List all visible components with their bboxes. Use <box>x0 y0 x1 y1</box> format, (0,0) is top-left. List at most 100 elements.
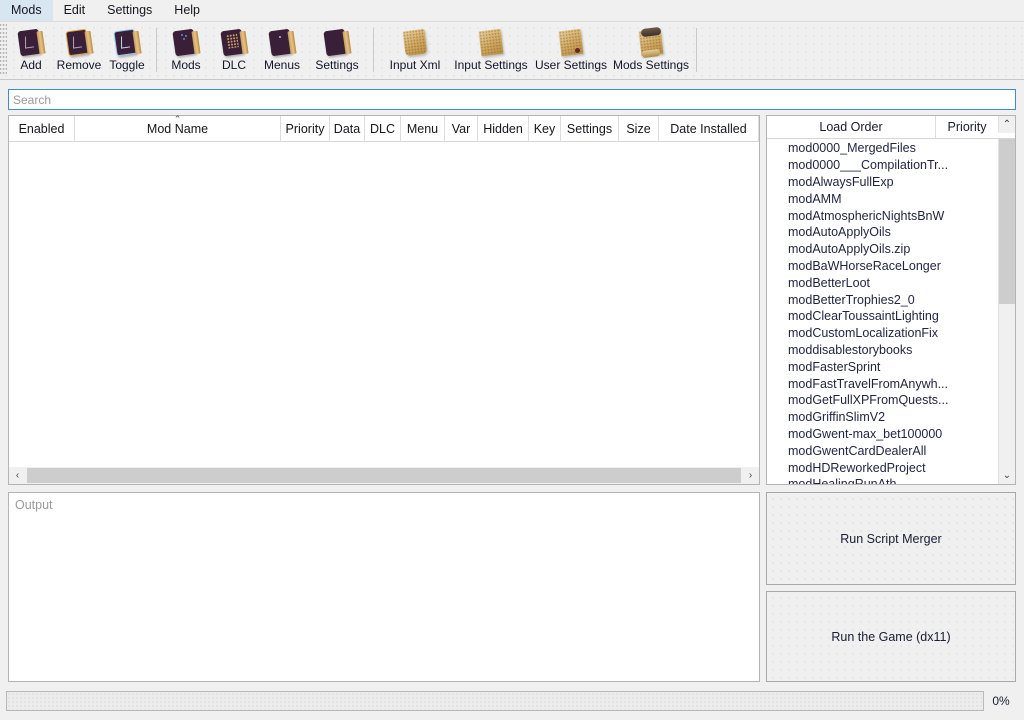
scroll-input-xml-icon <box>400 28 430 57</box>
load-order-vertical-scrollbar[interactable]: ⌄ <box>998 139 1015 484</box>
load-order-row[interactable]: modHDReworkedProject <box>767 460 998 477</box>
scroll-mods-settings-icon <box>636 26 666 59</box>
toolbar-button-mods[interactable]: Mods <box>162 24 210 78</box>
search-input[interactable] <box>8 89 1016 110</box>
book-remove-icon <box>64 28 94 57</box>
mod-list-column-header[interactable]: Date Installed <box>659 116 759 142</box>
mod-list-column-label: Menu <box>406 122 439 136</box>
menu-bar: Mods Edit Settings Help <box>0 0 1024 21</box>
menu-item-help[interactable]: Help <box>163 0 211 21</box>
load-order-list[interactable]: mod0000_MergedFiles mod0000___Compilation… <box>767 139 998 484</box>
book-toggle-icon <box>112 28 142 57</box>
mod-list-body[interactable] <box>9 142 759 483</box>
load-order-scroll-down-arrow-icon[interactable]: ⌄ <box>999 467 1015 484</box>
mod-list-column-header[interactable]: Var <box>445 116 478 142</box>
progress-percent-label: 0% <box>992 694 1010 708</box>
toolbar-button-input-settings[interactable]: Input Settings <box>451 24 531 78</box>
vertical-scroll-thumb[interactable] <box>999 139 1015 305</box>
output-textarea[interactable]: Output <box>8 492 760 682</box>
mod-list-column-header[interactable]: DLC <box>365 116 401 142</box>
load-order-scroll-up-arrow-icon[interactable]: ⌃ <box>998 116 1015 133</box>
toolbar-label-mods: Mods <box>171 58 201 72</box>
load-order-row[interactable]: modFasterSprint <box>767 359 998 376</box>
load-order-row[interactable]: modBaWHorseRaceLonger <box>767 258 998 275</box>
mod-list-column-label: Priority <box>285 122 325 136</box>
mod-list-column-label: Hidden <box>483 122 523 136</box>
load-order-column-priority[interactable]: Priority <box>936 116 998 138</box>
mod-list-column-label: Mod Name <box>146 122 209 136</box>
toolbar-button-mods-settings[interactable]: Mods Settings <box>611 24 691 78</box>
mod-list-panel: Enabled ⌃ Mod Name Priority Data DLC Menu Var Hi… <box>8 115 760 485</box>
toolbar-label-dlc: DLC <box>221 58 246 72</box>
book-settings-icon <box>322 28 352 57</box>
scroll-left-arrow-icon[interactable]: ‹ <box>9 467 26 484</box>
progress-bar <box>6 691 984 711</box>
load-order-panel: Load Order Priority ⌃ mod0000_MergedFile… <box>766 115 1016 485</box>
mod-list-column-header[interactable]: Size <box>619 116 659 142</box>
toolbar-label-input-settings: Input Settings <box>454 58 528 72</box>
load-order-row[interactable]: modFastTravelFromAnywh... <box>767 376 998 393</box>
toolbar-button-toggle[interactable]: Toggle <box>103 24 151 78</box>
book-menus-icon <box>267 28 297 57</box>
toolbar-button-settings[interactable]: Settings <box>306 24 368 78</box>
load-order-row[interactable]: modGriffinSlimV2 <box>767 409 998 426</box>
toolbar-button-remove[interactable]: Remove <box>55 24 103 78</box>
menu-item-settings[interactable]: Settings <box>96 0 163 21</box>
mod-list-column-label: Key <box>533 122 556 136</box>
toolbar-label-input-xml: Input Xml <box>389 58 441 72</box>
mod-list-column-header[interactable]: Enabled <box>9 116 75 142</box>
toolbar-grip[interactable] <box>0 24 7 76</box>
toolbar-separator-2 <box>373 28 374 72</box>
load-order-row[interactable]: modAutoApplyOils.zip <box>767 241 998 258</box>
mod-list-column-header[interactable]: Data <box>330 116 365 142</box>
horizontal-scroll-thumb[interactable] <box>27 468 741 483</box>
mod-list-column-label: Date Installed <box>670 122 747 136</box>
mod-list-column-header[interactable]: Key <box>529 116 561 142</box>
mod-list-column-header[interactable]: ⌃ Mod Name <box>75 114 281 142</box>
mod-list-column-header[interactable]: Menu <box>401 116 445 142</box>
load-order-row[interactable]: modAutoApplyOils <box>767 224 998 241</box>
book-mods-icon <box>171 28 201 57</box>
run-script-merger-button[interactable]: Run Script Merger <box>766 492 1016 585</box>
toolbar-button-dlc[interactable]: DLC <box>210 24 258 78</box>
load-order-row[interactable]: mod0000___CompilationTr... <box>767 157 998 174</box>
toolbar-button-add[interactable]: Add <box>7 24 55 78</box>
load-order-row[interactable]: modAtmosphericNightsBnW <box>767 208 998 225</box>
load-order-row[interactable]: modAMM <box>767 191 998 208</box>
load-order-row[interactable]: modAlwaysFullExp <box>767 174 998 191</box>
mod-list-column-label: Data <box>333 122 361 136</box>
run-game-button[interactable]: Run the Game (dx11) <box>766 591 1016 682</box>
mod-list-column-header[interactable]: Settings <box>561 116 619 142</box>
load-order-row[interactable]: modGwent-max_bet100000 <box>767 426 998 443</box>
load-order-body: mod0000_MergedFiles mod0000___Compilation… <box>767 139 1015 484</box>
load-order-header: Load Order Priority ⌃ <box>767 116 1015 140</box>
vertical-scroll-track[interactable] <box>999 139 1015 467</box>
load-order-row[interactable]: modHealingRunAth <box>767 476 998 484</box>
mod-list-column-header[interactable]: Hidden <box>478 116 529 142</box>
load-order-row[interactable]: modCustomLocalizationFix <box>767 325 998 342</box>
menu-item-mods[interactable]: Mods <box>0 0 53 21</box>
sort-ascending-icon: ⌃ <box>173 114 182 124</box>
load-order-row[interactable]: mod0000_MergedFiles <box>767 140 998 157</box>
toolbar: Add Remove Toggle Mods DLC Menus Setting… <box>0 21 1024 80</box>
book-add-icon <box>16 28 46 57</box>
menu-item-edit[interactable]: Edit <box>53 0 97 21</box>
load-order-row[interactable]: moddisablestorybooks <box>767 342 998 359</box>
toolbar-label-mods-settings: Mods Settings <box>612 58 690 72</box>
toolbar-separator-3 <box>696 28 697 72</box>
mod-list-column-label: Size <box>626 122 651 136</box>
toolbar-button-menus[interactable]: Menus <box>258 24 306 78</box>
load-order-row[interactable]: modBetterTrophies2_0 <box>767 292 998 309</box>
load-order-column-name[interactable]: Load Order <box>767 116 936 139</box>
toolbar-button-input-xml[interactable]: Input Xml <box>379 24 451 78</box>
load-order-row[interactable]: modClearToussaintLighting <box>767 308 998 325</box>
load-order-row[interactable]: modGetFullXPFromQuests... <box>767 392 998 409</box>
scroll-input-settings-icon <box>476 28 506 57</box>
toolbar-label-remove: Remove <box>56 58 102 72</box>
toolbar-button-user-settings[interactable]: User Settings <box>531 24 611 78</box>
load-order-row[interactable]: modBetterLoot <box>767 275 998 292</box>
scroll-right-arrow-icon[interactable]: › <box>742 467 759 484</box>
mod-list-horizontal-scrollbar[interactable]: ‹ › <box>8 467 760 485</box>
load-order-row[interactable]: modGwentCardDealerAll <box>767 443 998 460</box>
mod-list-column-header[interactable]: Priority <box>281 116 330 142</box>
